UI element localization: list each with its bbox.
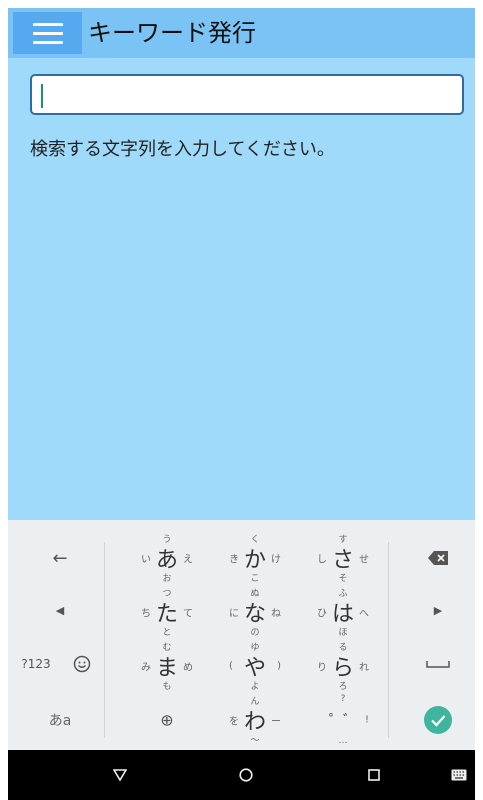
flick-left-char: ひ xyxy=(317,608,327,620)
keyboard-icon[interactable] xyxy=(446,750,472,800)
flick-up-char: ? xyxy=(340,694,346,704)
recents-square-icon[interactable] xyxy=(354,750,394,800)
kana-key[interactable]: む み ま め も xyxy=(127,638,207,694)
globe-icon[interactable]: ⊕ xyxy=(127,692,207,748)
flick-left-char: ち xyxy=(141,608,151,620)
flick-left-char: し xyxy=(317,554,327,566)
globe-glyph: ⊕ xyxy=(160,710,174,730)
undo-key[interactable]: ← xyxy=(28,538,92,578)
flick-right-char: け xyxy=(271,554,281,566)
kana-key-char: あ xyxy=(155,548,179,573)
flick-right-char: ! xyxy=(364,714,369,726)
dakuten-key[interactable]: ? ゜゛ ! … xyxy=(303,692,383,748)
key-separator xyxy=(104,542,105,738)
flick-down-char: よ xyxy=(250,682,260,692)
kana-key-char: た xyxy=(155,602,179,627)
flick-right-char: て xyxy=(183,608,193,620)
kana-key-char: な xyxy=(243,602,267,627)
kana-key[interactable]: ぬ に な ね の xyxy=(215,584,295,640)
kana-key[interactable]: く き か け こ xyxy=(215,530,295,586)
home-circle-icon[interactable] xyxy=(226,750,266,800)
cursor-left-key[interactable]: ◀ xyxy=(28,590,92,630)
japanese-flick-keyboard: ← ◀ ?123 あa う い あ え お く き か け こ す し さ せ … xyxy=(8,520,475,750)
back-triangle-icon[interactable] xyxy=(100,750,140,800)
flick-down-char: こ xyxy=(250,574,260,584)
kana-key[interactable]: ん を わ ー 〜 xyxy=(215,692,295,748)
kana-key-char: は xyxy=(331,602,355,627)
search-field[interactable] xyxy=(30,74,464,115)
flick-right-char: え xyxy=(183,554,193,566)
kana-key[interactable]: す し さ せ そ xyxy=(303,530,383,586)
check-icon[interactable] xyxy=(408,698,468,742)
flick-right-char: へ xyxy=(359,608,369,620)
kana-key[interactable]: ふ ひ は へ ほ xyxy=(303,584,383,640)
flick-right-char: め xyxy=(183,662,193,674)
flick-down-char: お xyxy=(162,574,172,584)
kana-key-char: わ xyxy=(243,710,267,735)
flick-right-char: ね xyxy=(271,608,281,620)
flick-right-char: れ xyxy=(359,662,369,674)
flick-down-char: 〜 xyxy=(250,736,260,746)
kana-key[interactable]: う い あ え お xyxy=(127,530,207,586)
flick-right-char: ー xyxy=(271,716,281,728)
system-navbar xyxy=(8,750,475,800)
flick-down-char: そ xyxy=(338,574,348,584)
flick-down-char: も xyxy=(162,682,172,692)
kana-key[interactable]: つ ち た て と xyxy=(127,584,207,640)
cursor-right-key[interactable]: ▶ xyxy=(408,590,468,630)
flick-left-char: い xyxy=(141,554,151,566)
flick-left-char: を xyxy=(229,716,239,728)
flick-left-char: き xyxy=(229,554,239,566)
kana-key-char: ゜゛ xyxy=(329,713,357,729)
kana-key-char: か xyxy=(243,548,267,573)
kana-key[interactable]: ゆ ( や ) よ xyxy=(215,638,295,694)
flick-right-char: せ xyxy=(359,554,369,566)
app-bar: キーワード発行 xyxy=(8,8,475,58)
search-input[interactable] xyxy=(40,81,450,109)
page-title: キーワード発行 xyxy=(88,19,256,47)
space-icon[interactable] xyxy=(408,644,468,684)
flick-left-char: ( xyxy=(229,660,233,672)
hamburger-menu-icon[interactable] xyxy=(13,12,82,54)
hint-text: 検索する文字列を入力してください。 xyxy=(30,139,335,160)
flick-down-char: ろ xyxy=(338,682,348,692)
kana-key-char: ま xyxy=(155,656,179,681)
kana-key-char: ら xyxy=(331,656,355,681)
flick-down-char: の xyxy=(250,628,260,638)
flick-right-char: ) xyxy=(277,660,281,672)
flick-left-char: み xyxy=(141,662,151,674)
menu-bar-line xyxy=(32,40,63,44)
kana-key-char: さ xyxy=(331,548,355,573)
flick-left-char: り xyxy=(317,662,327,674)
kana-mode-key[interactable]: あa xyxy=(28,700,92,740)
flick-down-char: ほ xyxy=(338,628,348,638)
flick-down-char: と xyxy=(162,628,172,638)
app-screen: キーワード発行 検索する文字列を入力してください。 xyxy=(8,8,475,520)
kana-key[interactable]: る り ら れ ろ xyxy=(303,638,383,694)
key-separator xyxy=(388,542,389,738)
flick-left-char: に xyxy=(229,608,239,620)
text-caret xyxy=(41,84,43,108)
menu-bar-line xyxy=(32,22,63,26)
numeric-mode-key[interactable]: ?123 xyxy=(16,644,56,684)
flick-down-char: … xyxy=(338,736,348,746)
menu-bar-line xyxy=(32,31,63,35)
backspace-icon[interactable] xyxy=(408,538,468,578)
kana-key-char: や xyxy=(243,656,267,681)
smiley-icon[interactable] xyxy=(66,644,98,684)
